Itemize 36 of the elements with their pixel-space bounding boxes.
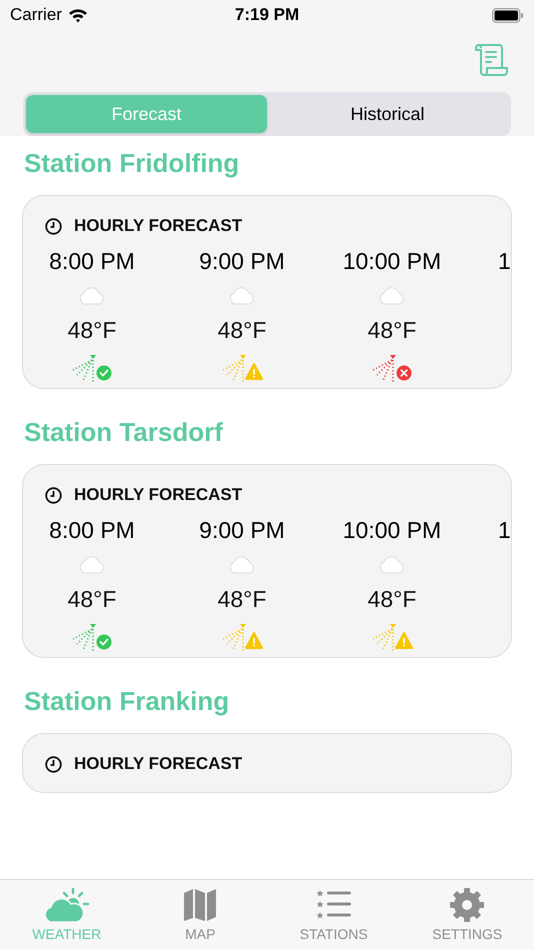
wifi-icon (68, 8, 88, 22)
scroll-icon[interactable] (474, 43, 508, 77)
station-title: Station Franking (24, 686, 230, 717)
hour-time: 9:00 PM (199, 248, 285, 275)
card-title: HOURLY FORECAST (74, 216, 242, 236)
clock-icon (45, 218, 62, 234)
hour-time: 9:00 PM (199, 517, 285, 544)
battery-icon (492, 8, 524, 22)
tab-bar-item[interactable]: WEATHER (0, 880, 134, 950)
segment-tab[interactable]: Forecast (26, 95, 267, 133)
card-title: HOURLY FORECAST (74, 485, 242, 505)
temperature: 48°F (68, 317, 116, 344)
tab-bar-item[interactable]: SETTINGS (400, 880, 534, 950)
hour-time: 1 (498, 517, 511, 544)
hour-time: 10:00 PM (342, 517, 442, 544)
station-title: Station Fridolfing (24, 148, 240, 179)
clock-time: 7:19 PM (234, 5, 300, 25)
hour-time: 8:00 PM (49, 248, 135, 275)
map-icon (183, 888, 218, 922)
hour-time: 8:00 PM (49, 517, 135, 544)
tab-bar-item[interactable]: MAP (134, 880, 267, 950)
clock-icon (45, 756, 62, 772)
clock-icon (45, 486, 62, 504)
hour-time: 1 (498, 248, 511, 275)
carrier-name: Carrier (10, 5, 62, 25)
card-title: HOURLY FORECAST (74, 754, 242, 774)
temperature: 48°F (68, 586, 116, 613)
hour-time: 10:00 PM (342, 248, 442, 275)
tab-bar-item[interactable]: STATIONS (267, 880, 400, 950)
gear-icon (450, 888, 484, 922)
station-title: Station Tarsdorf (24, 417, 224, 448)
temperature: 48°F (368, 317, 416, 344)
temperature: 48°F (218, 317, 266, 344)
temperature: 48°F (368, 586, 416, 613)
temperature: 48°F (218, 586, 266, 613)
segment-tab[interactable]: Historical (267, 95, 508, 133)
